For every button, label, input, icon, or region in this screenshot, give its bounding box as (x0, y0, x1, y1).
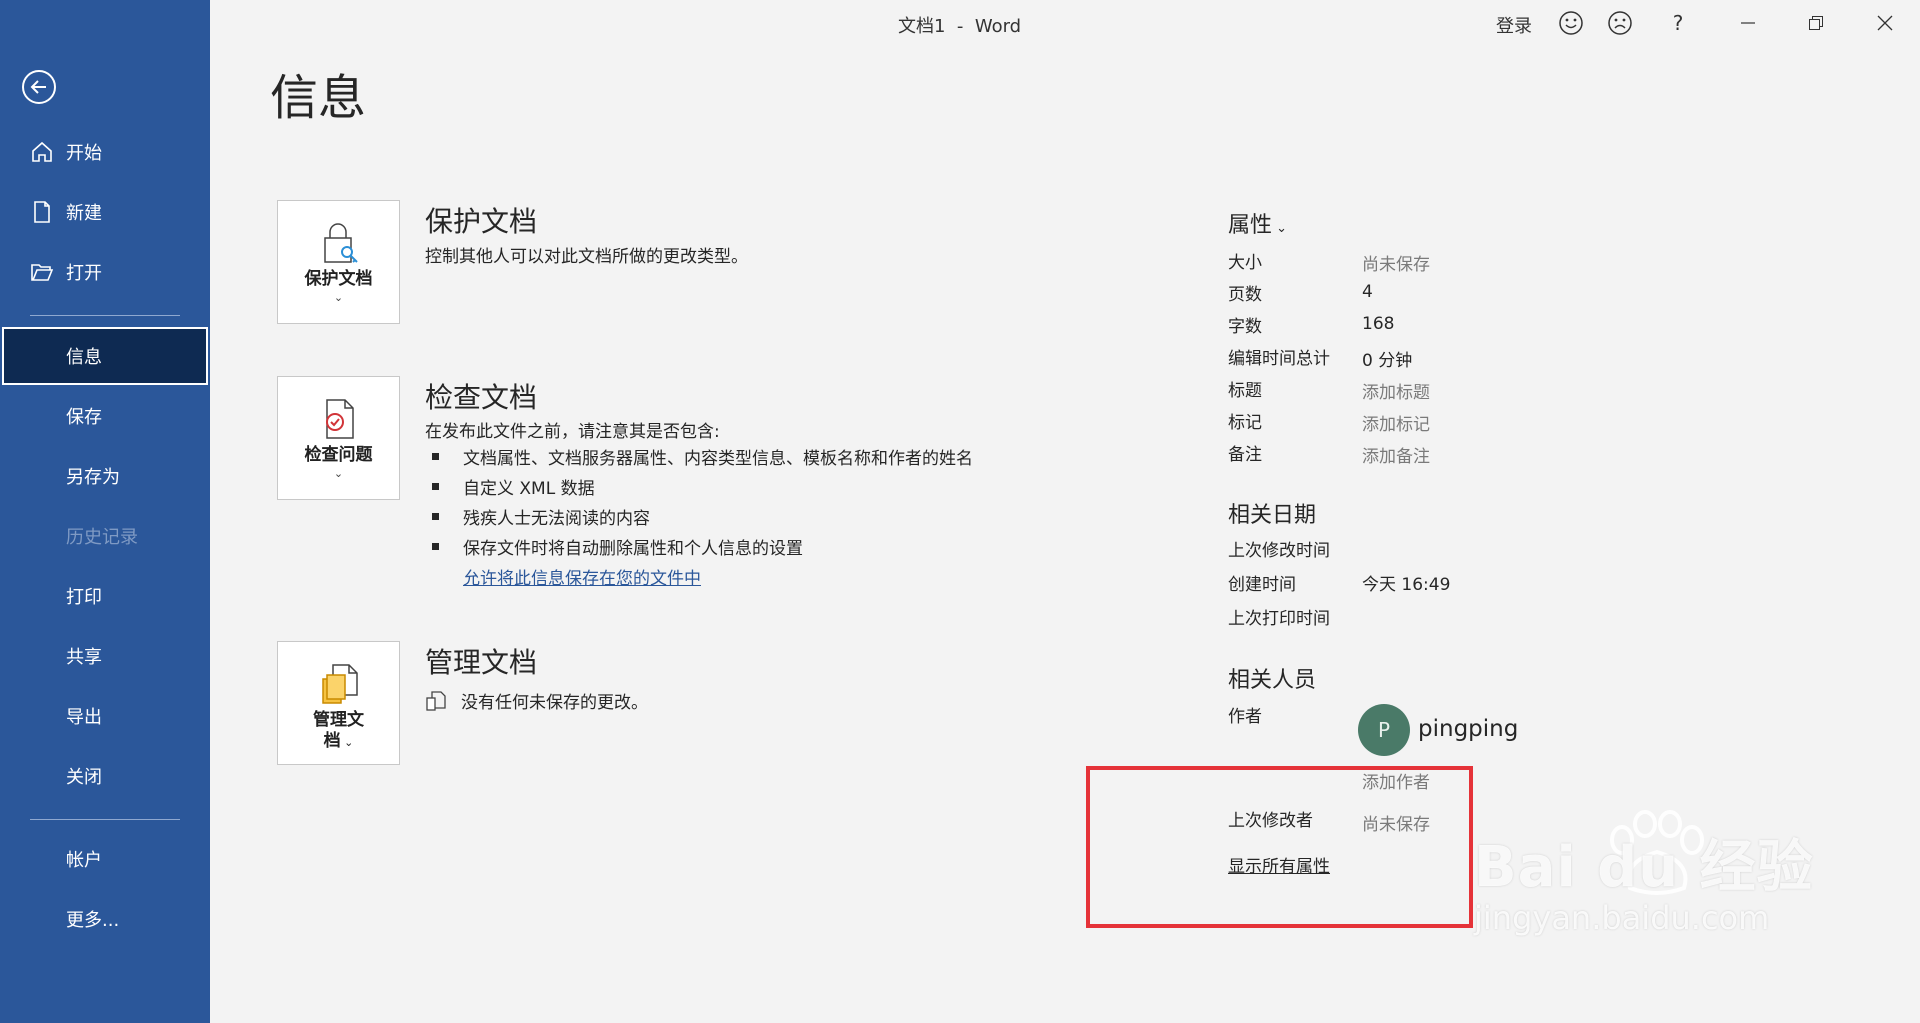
related-dates-heading: 相关日期 (1228, 503, 1317, 528)
close-icon[interactable] (1872, 10, 1898, 36)
paw-watermark-icon (1610, 810, 1704, 895)
sidebar-item-account[interactable]: 帐户 (0, 831, 210, 887)
manage-section-title: 管理文档 (425, 646, 538, 679)
prop-value-words: 168 (1362, 314, 1395, 334)
sidebar-item-close[interactable]: 关闭 (0, 748, 210, 804)
sidebar-item-label: 共享 (66, 647, 102, 668)
prop-label-comments: 备注 (1228, 445, 1262, 465)
protect-section-title: 保护文档 (425, 205, 538, 238)
sidebar-item-label: 历史记录 (66, 527, 138, 548)
sidebar-item-label: 打开 (66, 263, 102, 284)
annotation-highlight-box (1086, 766, 1473, 928)
manage-document-icon (315, 660, 363, 708)
author-name[interactable]: pingping (1418, 716, 1518, 742)
sidebar-item-home[interactable]: 开始 (0, 124, 210, 180)
list-item: 保存文件时将自动删除属性和个人信息的设置 (432, 534, 803, 559)
prop-label-size: 大小 (1228, 253, 1262, 273)
chevron-down-icon: ⌄ (333, 467, 344, 480)
avatar[interactable]: P (1358, 704, 1410, 756)
prop-label-author: 作者 (1228, 707, 1262, 727)
allow-save-info-link[interactable]: 允许将此信息保存在您的文件中 (463, 564, 701, 589)
list-item: 文档属性、文档服务器属性、内容类型信息、模板名称和作者的姓名 (432, 444, 973, 469)
list-item: 残疾人士无法阅读的内容 (432, 504, 650, 529)
restore-icon[interactable] (1803, 10, 1829, 36)
prop-value-pages: 4 (1362, 282, 1373, 302)
watermark-url: jingyan.baidu.com (1474, 899, 1770, 937)
home-icon (30, 140, 54, 164)
inspect-section-title: 检查文档 (425, 381, 538, 414)
sign-in-link[interactable]: 登录 (1496, 12, 1532, 38)
prop-label-tags: 标记 (1228, 413, 1262, 433)
sidebar-item-label: 信息 (66, 347, 102, 368)
check-for-issues-label: 检查问题 (304, 445, 373, 465)
sidebar-item-save[interactable]: 保存 (0, 388, 210, 444)
document-status-icon (425, 690, 447, 712)
manage-document-label: 管理文档 ⌄ (313, 710, 364, 751)
protect-document-label: 保护文档 (304, 269, 373, 289)
new-document-icon (30, 200, 54, 224)
protect-document-button[interactable]: 保护文档 ⌄ (277, 200, 400, 324)
sidebar-item-label: 关闭 (66, 767, 102, 788)
sidebar-divider (30, 315, 180, 316)
prop-label-edit-time: 编辑时间总计 (1228, 349, 1330, 369)
help-icon[interactable]: ? (1665, 10, 1691, 36)
protect-section-desc: 控制其他人可以对此文档所做的更改类型。 (425, 247, 748, 267)
sidebar-item-share[interactable]: 共享 (0, 628, 210, 684)
sidebar-item-save-as[interactable]: 另存为 (0, 448, 210, 504)
prop-label-title: 标题 (1228, 381, 1262, 401)
sidebar-item-label: 导出 (66, 707, 102, 728)
sidebar-item-info[interactable]: 信息 (2, 327, 208, 385)
list-item: 自定义 XML 数据 (432, 474, 595, 499)
inspect-document-icon (315, 395, 363, 443)
prop-value-size: 尚未保存 (1362, 255, 1430, 275)
prop-value-created: 今天 16:49 (1362, 575, 1451, 595)
sidebar-divider (30, 819, 180, 820)
manage-document-button[interactable]: 管理文档 ⌄ (277, 641, 400, 765)
related-people-heading: 相关人员 (1228, 668, 1317, 693)
prop-label-created: 创建时间 (1228, 575, 1296, 595)
check-for-issues-button[interactable]: 检查问题 ⌄ (277, 376, 400, 500)
sidebar-item-print[interactable]: 打印 (0, 568, 210, 624)
frown-feedback-icon[interactable] (1607, 10, 1633, 36)
chevron-down-icon: ⌄ (333, 291, 344, 304)
smile-feedback-icon[interactable] (1558, 10, 1584, 36)
title-bar: 文档1 - Word 登录 ? (210, 0, 1920, 44)
properties-dropdown[interactable]: 属性 ⌄ (1228, 207, 1287, 239)
manage-section-desc: 没有任何未保存的更改。 (425, 688, 648, 713)
sidebar-item-new[interactable]: 新建 (0, 184, 210, 240)
back-arrow-icon[interactable] (22, 70, 56, 104)
sidebar-item-label: 开始 (66, 143, 102, 164)
sidebar-item-history: 历史记录 (0, 508, 210, 564)
add-tags-field[interactable]: 添加标记 (1362, 410, 1430, 435)
minimize-icon[interactable] (1735, 10, 1761, 36)
sidebar-item-open[interactable]: 打开 (0, 244, 210, 300)
prop-value-edit-time: 0 分钟 (1362, 351, 1413, 371)
add-title-field[interactable]: 添加标题 (1362, 378, 1430, 403)
page-title: 信息 (270, 70, 367, 126)
sidebar-item-label: 帐户 (66, 850, 102, 871)
sidebar-item-more[interactable]: 更多... (0, 891, 210, 947)
sidebar-item-label: 新建 (66, 203, 102, 224)
prop-label-pages: 页数 (1228, 285, 1262, 305)
chevron-down-icon: ⌄ (1272, 221, 1288, 236)
sidebar-item-label: 保存 (66, 407, 102, 428)
sidebar-item-label: 另存为 (66, 467, 120, 488)
prop-label-last-modified: 上次修改时间 (1228, 541, 1330, 561)
sidebar-item-export[interactable]: 导出 (0, 688, 210, 744)
backstage-sidebar: 开始 新建 打开 信息 保存 另存为 历史记录 打印 共享 导出 关闭 帐户 更… (0, 0, 210, 1023)
window-title: 文档1 - Word (898, 16, 1022, 37)
sidebar-item-label: 更多... (66, 910, 120, 931)
add-comments-field[interactable]: 添加备注 (1362, 442, 1430, 467)
prop-label-words: 字数 (1228, 317, 1262, 337)
prop-label-last-printed: 上次打印时间 (1228, 609, 1330, 629)
inspect-section-desc: 在发布此文件之前，请注意其是否包含: (425, 422, 720, 442)
lock-key-icon (315, 219, 363, 267)
sidebar-item-label: 打印 (66, 587, 102, 608)
open-folder-icon (30, 260, 54, 284)
